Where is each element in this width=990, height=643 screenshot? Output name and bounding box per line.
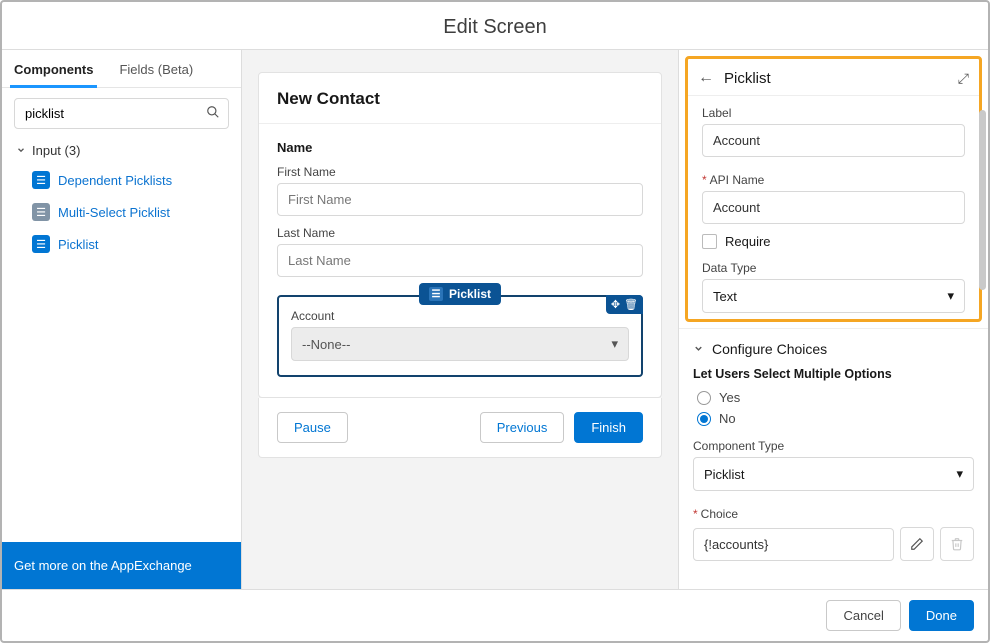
expand-icon[interactable]: ⤢ — [958, 70, 969, 87]
search-input-wrap[interactable] — [14, 98, 229, 129]
component-tag: ☰ Picklist — [419, 283, 501, 305]
page-title: Edit Screen — [2, 2, 988, 50]
multiselect-yes[interactable]: Yes — [679, 387, 988, 408]
last-name-field[interactable] — [277, 244, 643, 277]
finish-button[interactable]: Finish — [574, 412, 643, 443]
sidebar-item-label: Multi-Select Picklist — [58, 205, 170, 220]
multiselect-icon: ☰ — [32, 203, 50, 221]
edit-choice-button[interactable] — [900, 527, 934, 561]
properties-panel: ← Picklist ⤢ Label API Name — [678, 50, 988, 589]
group-input[interactable]: Input (3) — [2, 139, 241, 162]
cancel-button[interactable]: Cancel — [826, 600, 900, 631]
account-picklist[interactable]: --None-- ▾ — [291, 327, 629, 361]
label-input[interactable] — [702, 124, 965, 157]
sidebar-item-label: Picklist — [58, 237, 98, 252]
sidebar-item-multiselect-picklist[interactable]: ☰ Multi-Select Picklist — [2, 196, 241, 228]
components-sidebar: Components Fields (Beta) Input (3) — [2, 50, 242, 589]
radio-icon — [697, 391, 711, 405]
data-type-value: Text — [713, 289, 737, 304]
chevron-down-icon — [693, 341, 704, 357]
choice-label: Choice — [693, 507, 974, 521]
sidebar-item-label: Dependent Picklists — [58, 173, 172, 188]
first-name-field[interactable] — [277, 183, 643, 216]
appexchange-cta[interactable]: Get more on the AppExchange — [2, 542, 241, 589]
api-name-label: API Name — [702, 173, 965, 187]
chevron-down-icon — [16, 143, 26, 158]
label-label: Label — [702, 106, 965, 120]
previous-button[interactable]: Previous — [480, 412, 565, 443]
search-input[interactable] — [23, 103, 206, 124]
api-name-input[interactable] — [702, 191, 965, 224]
component-type-label: Component Type — [693, 439, 974, 453]
configure-choices-section[interactable]: Configure Choices — [679, 328, 988, 363]
last-name-label: Last Name — [277, 226, 643, 240]
caret-down-icon: ▾ — [956, 466, 963, 482]
search-icon — [206, 105, 220, 122]
tab-components[interactable]: Components — [10, 50, 97, 87]
require-label: Require — [725, 234, 771, 249]
choice-input[interactable] — [693, 528, 894, 561]
scrollbar[interactable] — [979, 110, 986, 290]
multiselect-no[interactable]: No — [679, 408, 988, 429]
delete-choice-button — [940, 527, 974, 561]
component-type-value: Picklist — [704, 467, 744, 482]
screen-canvas: New Contact Name First Name Last Name ☰ … — [242, 50, 678, 589]
picklist-component[interactable]: ☰ Picklist ✥ 🗑 Account --None-- ▾ — [277, 295, 643, 377]
radio-selected-icon — [697, 412, 711, 426]
component-type-select[interactable]: Picklist ▾ — [693, 457, 974, 491]
sidebar-item-dependent-picklists[interactable]: ☰ Dependent Picklists — [2, 164, 241, 196]
tab-fields[interactable]: Fields (Beta) — [115, 50, 197, 87]
screen-title: New Contact — [259, 73, 661, 124]
multiselect-label: Let Users Select Multiple Options — [679, 363, 988, 387]
picklist-icon: ☰ — [429, 287, 443, 301]
name-section-label: Name — [277, 140, 643, 155]
picklist-icon: ☰ — [32, 171, 50, 189]
data-type-select[interactable]: Text ▾ — [702, 279, 965, 313]
group-label: Input (3) — [32, 143, 80, 158]
account-value: --None-- — [302, 337, 350, 352]
require-checkbox-row[interactable]: Require — [688, 230, 979, 251]
data-type-label: Data Type — [702, 261, 965, 275]
done-button[interactable]: Done — [909, 600, 974, 631]
configure-choices-label: Configure Choices — [712, 341, 827, 357]
picklist-icon: ☰ — [32, 235, 50, 253]
account-field-label: Account — [291, 309, 629, 323]
caret-down-icon: ▾ — [611, 336, 618, 352]
first-name-label: First Name — [277, 165, 643, 179]
delete-icon[interactable]: 🗑 — [624, 298, 638, 311]
panel-title: Picklist — [724, 70, 771, 87]
require-checkbox[interactable] — [702, 234, 717, 249]
move-icon[interactable]: ✥ — [611, 298, 620, 311]
sidebar-item-picklist[interactable]: ☰ Picklist — [2, 228, 241, 260]
caret-down-icon: ▾ — [947, 288, 954, 304]
pause-button[interactable]: Pause — [277, 412, 348, 443]
back-icon[interactable]: ← — [698, 69, 714, 87]
